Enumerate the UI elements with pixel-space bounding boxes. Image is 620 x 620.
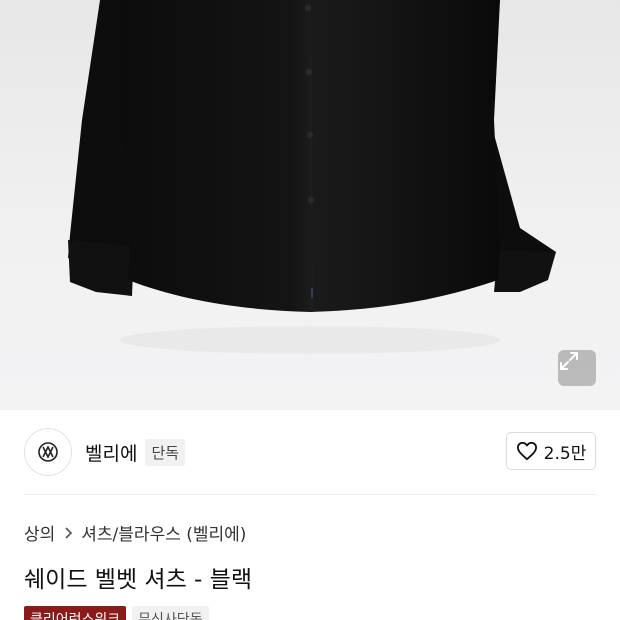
- brand-logo[interactable]: [24, 428, 72, 476]
- breadcrumb-item-subcategory[interactable]: 셔츠/블라우스 (벨리에): [81, 520, 246, 545]
- product-title: 쉐이드 벨벳 셔츠 - 블랙: [24, 567, 252, 593]
- like-count: 2.5만: [543, 443, 587, 464]
- brand-row: 벨리에 단독 2.5만: [0, 410, 620, 494]
- exclusive-badge: 단독: [145, 438, 186, 466]
- brand-logo-icon: [38, 442, 58, 462]
- heart-outline-icon: [516, 441, 537, 461]
- black-shirt-illustration: [68, 0, 556, 354]
- tag-row: 클리어런스위크 무신사단독: [24, 606, 209, 620]
- expand-arrows-icon: [560, 352, 578, 370]
- chevron-right-icon: [63, 526, 73, 540]
- breadcrumb: 상의 셔츠/블라우스 (벨리에): [24, 520, 246, 545]
- expand-image-button[interactable]: [558, 350, 596, 386]
- tag-musinsa-exclusive: 무신사단독: [132, 606, 209, 620]
- product-hero-image[interactable]: [0, 0, 620, 410]
- like-button[interactable]: 2.5만: [506, 432, 596, 470]
- breadcrumb-item-category[interactable]: 상의: [24, 520, 55, 545]
- tag-clearance-week: 클리어런스위크: [24, 606, 127, 620]
- section-divider: [24, 494, 596, 495]
- brand-name[interactable]: 벨리에: [85, 439, 137, 466]
